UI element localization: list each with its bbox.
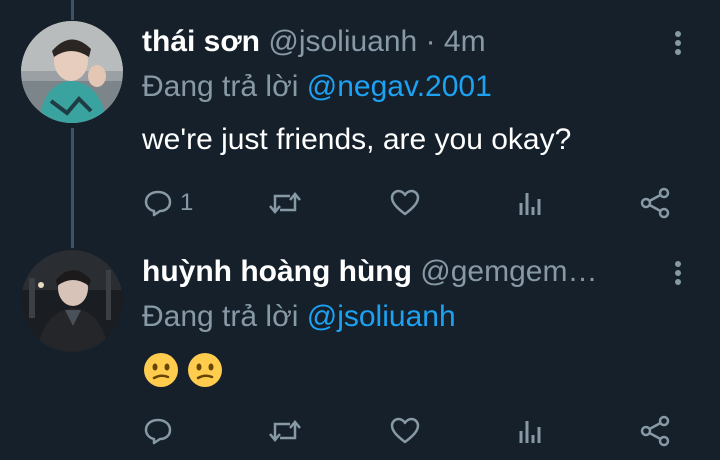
user-handle[interactable]: @jsoliuanh	[268, 25, 417, 58]
avatar[interactable]	[21, 21, 123, 123]
tweet-header: huỳnh hoàng hùng @gemgem…	[142, 254, 597, 290]
like-button[interactable]	[389, 186, 421, 220]
mention-link[interactable]: @negav.2001	[307, 70, 492, 103]
reply-icon	[144, 418, 172, 445]
tweet-text: we're just friends, are you okay?	[142, 123, 572, 156]
timestamp[interactable]: · 4m	[417, 25, 486, 58]
retweet-icon	[269, 420, 301, 442]
more-vertical-icon[interactable]	[668, 28, 688, 58]
reply-button[interactable]	[142, 414, 174, 448]
share-icon	[640, 187, 670, 219]
tweet-1[interactable]: thái sơn @jsoliuanh · 4m Đang trả lời @n…	[0, 0, 720, 240]
heart-icon	[390, 417, 420, 444]
retweet-button[interactable]	[268, 186, 302, 220]
retweet-icon	[269, 192, 301, 214]
avatar[interactable]	[21, 250, 123, 352]
analytics-button[interactable]	[515, 186, 547, 220]
analytics-icon	[519, 193, 541, 215]
reply-count: 1	[180, 189, 194, 216]
analytics-button[interactable]	[515, 414, 547, 448]
more-vertical-icon[interactable]	[668, 258, 688, 288]
display-name[interactable]: thái sơn	[142, 25, 260, 58]
mention-link[interactable]: @jsoliuanh	[307, 300, 456, 333]
replying-to: Đang trả lời @negav.2001	[142, 69, 492, 105]
replying-to-label: Đang trả lời	[142, 300, 307, 333]
display-name[interactable]: huỳnh hoàng hùng	[142, 255, 412, 288]
replying-to-label: Đang trả lời	[142, 70, 307, 103]
share-button[interactable]	[639, 414, 671, 448]
tweet-2[interactable]: huỳnh hoàng hùng @gemgem… Đang trả lời @…	[0, 240, 720, 460]
confused-face-emoji	[187, 352, 223, 388]
reply-button[interactable]: 1	[142, 186, 193, 220]
replying-to: Đang trả lời @jsoliuanh	[142, 299, 456, 335]
like-button[interactable]	[389, 414, 421, 448]
tweet-actions	[142, 414, 682, 448]
tweet-actions: 1	[142, 186, 682, 220]
heart-icon	[390, 189, 420, 216]
analytics-icon	[519, 421, 541, 443]
user-handle[interactable]: @gemgem…	[420, 255, 597, 288]
confused-face-emoji	[143, 352, 179, 388]
reply-icon	[144, 190, 172, 217]
retweet-button[interactable]	[268, 414, 302, 448]
tweet-header: thái sơn @jsoliuanh · 4m	[142, 24, 486, 60]
share-button[interactable]	[639, 186, 671, 220]
share-icon	[640, 415, 670, 447]
